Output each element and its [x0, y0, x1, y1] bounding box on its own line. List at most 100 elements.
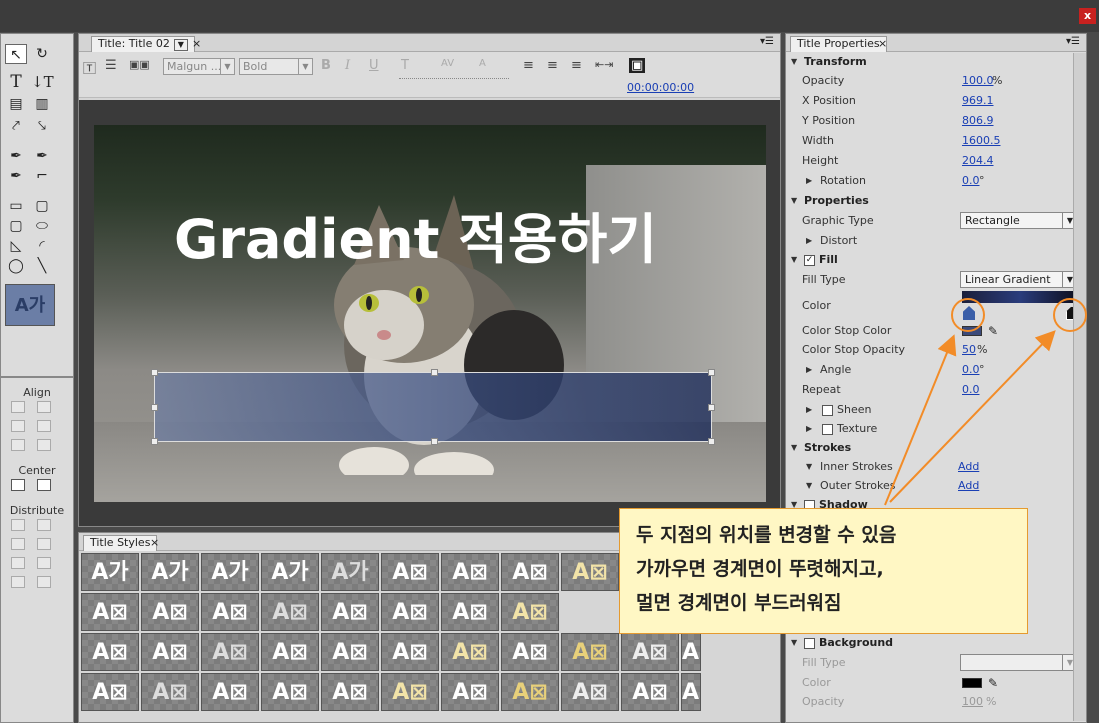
font-size-field[interactable] [399, 78, 509, 79]
type-tool-icon[interactable]: T [5, 72, 27, 92]
arc-tool-icon[interactable]: ◜ [31, 236, 53, 256]
rotation-tool-icon[interactable]: ↻ [31, 44, 53, 64]
close-icon[interactable]: × [878, 37, 887, 50]
vertical-area-type-tool-icon[interactable]: ▥ [31, 94, 53, 114]
repeat-value[interactable]: 0.0 [962, 380, 980, 400]
title-style-swatch[interactable]: A⊠ [621, 633, 679, 671]
title-style-swatch[interactable]: A⊠ [321, 633, 379, 671]
title-style-swatch[interactable]: A가 [261, 553, 319, 591]
video-frame[interactable]: Gradient 적용하기 [94, 125, 766, 502]
transform-header[interactable]: ▼ Transform [786, 52, 1082, 72]
delete-anchor-tool-icon[interactable]: ✒ [31, 146, 53, 166]
selection-tool-icon[interactable]: ↖ [5, 44, 27, 64]
resize-handle[interactable] [708, 404, 715, 411]
canvas-area[interactable]: Gradient 적용하기 [79, 100, 780, 526]
title-style-swatch[interactable]: A⊠ [501, 673, 559, 711]
title-style-swatch[interactable]: A⊠ [681, 673, 701, 711]
title-style-swatch[interactable]: A⊠ [321, 593, 379, 631]
font-size-icon[interactable]: T [401, 58, 409, 73]
x-position-value[interactable]: 969.1 [962, 91, 994, 111]
canvas-title-text[interactable]: Gradient 적용하기 [174, 195, 657, 274]
align-left-button[interactable] [11, 401, 25, 413]
align-left-text-icon[interactable]: ≡ [523, 58, 534, 73]
title-style-swatch[interactable]: A⊠ [261, 593, 319, 631]
align-bottom-button[interactable] [37, 439, 51, 451]
title-style-swatch[interactable]: A⊠ [381, 673, 439, 711]
bold-icon[interactable]: B [321, 58, 331, 73]
title-style-swatch[interactable]: A⊠ [141, 673, 199, 711]
title-style-swatch[interactable]: A⊠ [441, 553, 499, 591]
tab-stops-icon[interactable]: ⇤⇥ [595, 58, 613, 71]
title-style-swatch[interactable]: A가 [201, 553, 259, 591]
rounded-rectangle-tool-icon[interactable]: ⬭ [31, 216, 53, 236]
background-header[interactable]: ▼ Background [786, 633, 1082, 653]
bg-fill-type-select[interactable]: ▼ [960, 654, 1078, 671]
eyedropper-icon[interactable]: ✎ [988, 673, 998, 693]
align-center-v-button[interactable] [11, 439, 25, 451]
vertical-path-type-tool-icon[interactable]: ⤥ [31, 116, 53, 136]
pen-tool-icon[interactable]: ✒ [5, 146, 27, 166]
outer-strokes-add-link[interactable]: Add [958, 476, 979, 496]
rounded-corner-rectangle-tool-icon[interactable]: ▢ [5, 216, 27, 236]
distribute-button[interactable] [11, 576, 25, 588]
title-style-swatch[interactable]: A⊠ [501, 553, 559, 591]
title-style-swatch[interactable]: A⊠ [441, 593, 499, 631]
properties-header[interactable]: ▼ Properties [786, 191, 1082, 211]
title-style-swatch[interactable]: A⊠ [81, 673, 139, 711]
graphic-type-select[interactable]: Rectangle ▼ [960, 212, 1078, 229]
distribute-button[interactable] [37, 538, 51, 550]
title-style-swatch[interactable]: A⊠ [261, 673, 319, 711]
title-style-swatch[interactable]: A⊠ [561, 673, 619, 711]
resize-handle[interactable] [708, 438, 715, 445]
align-center-h-button[interactable] [37, 401, 51, 413]
inner-strokes-add-link[interactable]: Add [958, 457, 979, 477]
stop-opacity-value[interactable]: 50 [962, 340, 976, 360]
angle-value[interactable]: 0.0 [962, 360, 980, 380]
distribute-button[interactable] [37, 557, 51, 569]
title-style-swatch[interactable]: A⊠ [141, 633, 199, 671]
clipped-rectangle-tool-icon[interactable]: ▢ [31, 196, 53, 216]
kerning-icon[interactable]: AV [441, 58, 454, 69]
align-top-button[interactable] [37, 420, 51, 432]
title-style-swatch[interactable]: A⊠ [441, 673, 499, 711]
title-style-swatch[interactable]: A⊠ [381, 553, 439, 591]
inner-strokes-row[interactable]: ▼ Inner Strokes Add [786, 457, 1082, 477]
new-title-icon[interactable]: 🅃 [83, 58, 96, 77]
title-style-swatch[interactable]: A⊠ [201, 593, 259, 631]
texture-row[interactable]: ▶ Texture [786, 419, 1082, 439]
center-horizontal-button[interactable] [11, 479, 25, 491]
distribute-button[interactable] [11, 538, 25, 550]
eyedropper-icon[interactable]: ✎ [988, 321, 998, 341]
title-style-swatch[interactable]: A⊠ [81, 593, 139, 631]
title-style-swatch[interactable]: A⊠ [561, 633, 619, 671]
title-style-swatch[interactable]: A⊠ [201, 673, 259, 711]
add-anchor-tool-icon[interactable]: ✒ [5, 166, 27, 186]
title-style-swatch[interactable]: A⊠ [81, 633, 139, 671]
templates-icon[interactable]: ▣▣ [129, 58, 150, 71]
distort-row[interactable]: ▶ Distort [786, 231, 1082, 251]
strokes-header[interactable]: ▼ Strokes [786, 438, 1082, 458]
bg-color-swatch[interactable] [962, 678, 982, 688]
convert-anchor-tool-icon[interactable]: ⌐ [31, 166, 53, 186]
tab-title-properties[interactable]: Title Properties [790, 36, 887, 52]
title-style-swatch[interactable]: A⊠ [381, 633, 439, 671]
title-style-swatch[interactable]: A⊠ [501, 593, 559, 631]
background-checkbox[interactable] [804, 637, 815, 649]
resize-handle[interactable] [431, 438, 438, 445]
tab-title-02[interactable]: Title: Title 02 ▼ [91, 36, 195, 52]
distribute-button[interactable] [11, 557, 25, 569]
panel-menu-icon[interactable]: ▾☰ [760, 36, 774, 47]
distribute-button[interactable] [37, 519, 51, 531]
wedge-tool-icon[interactable]: ◺ [5, 236, 27, 256]
timecode[interactable]: 00:00:00:00 [627, 81, 694, 94]
title-style-swatch[interactable]: A가 [321, 553, 379, 591]
title-style-swatch[interactable]: A⊠ [381, 593, 439, 631]
align-right-text-icon[interactable]: ≡ [571, 58, 582, 73]
title-style-swatch[interactable]: A⊠ [621, 673, 679, 711]
resize-handle[interactable] [708, 369, 715, 376]
close-icon[interactable]: × [150, 536, 159, 549]
distribute-button[interactable] [11, 519, 25, 531]
path-type-tool-icon[interactable]: ⤤ [5, 116, 27, 136]
fill-type-select[interactable]: Linear Gradient ▼ [960, 271, 1078, 288]
angle-row[interactable]: ▶ Angle 0.0 ° [786, 360, 1082, 380]
